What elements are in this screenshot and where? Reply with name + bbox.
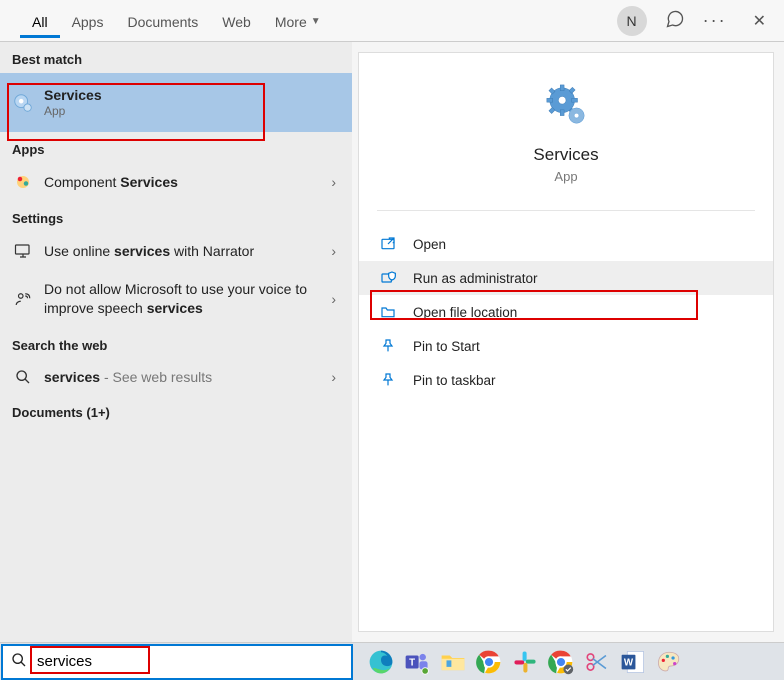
search-input[interactable] bbox=[33, 649, 343, 674]
result-subtitle: App bbox=[44, 104, 340, 118]
scope-tabs: All Apps Documents Web More ▼ N ··· ✕ bbox=[0, 0, 784, 42]
tab-more-label: More bbox=[275, 14, 307, 30]
result-title: Component Services bbox=[44, 174, 327, 190]
result-title: Services bbox=[44, 87, 340, 103]
section-search-web: Search the web bbox=[0, 328, 352, 359]
search-icon bbox=[11, 652, 27, 671]
taskbar: T W bbox=[0, 642, 784, 680]
close-icon[interactable]: ✕ bbox=[745, 7, 774, 35]
result-component-services[interactable]: Component Services › bbox=[0, 163, 352, 201]
search-icon bbox=[12, 369, 34, 385]
more-options-icon[interactable]: ··· bbox=[703, 10, 727, 31]
services-app-icon bbox=[543, 83, 589, 129]
taskbar-tray: T W bbox=[354, 647, 784, 677]
gear-icon bbox=[12, 92, 34, 114]
folder-icon bbox=[379, 304, 397, 320]
results-list: Best match Services App Apps Component S… bbox=[0, 42, 352, 642]
action-pin-taskbar[interactable]: Pin to taskbar bbox=[359, 363, 773, 397]
tab-apps[interactable]: Apps bbox=[60, 4, 116, 38]
chevron-right-icon: › bbox=[327, 174, 340, 190]
tab-web[interactable]: Web bbox=[210, 4, 263, 38]
action-open-location[interactable]: Open file location bbox=[359, 295, 773, 329]
slack-icon[interactable] bbox=[510, 647, 540, 677]
section-apps: Apps bbox=[0, 132, 352, 163]
svg-text:T: T bbox=[409, 657, 415, 668]
action-label: Run as administrator bbox=[413, 271, 538, 286]
monitor-icon bbox=[12, 242, 34, 260]
chevron-right-icon: › bbox=[327, 369, 340, 385]
action-run-admin[interactable]: Run as administrator bbox=[359, 261, 773, 295]
user-avatar[interactable]: N bbox=[617, 6, 647, 36]
section-settings: Settings bbox=[0, 201, 352, 232]
action-label: Open file location bbox=[413, 305, 517, 320]
preview-subtitle: App bbox=[369, 169, 763, 184]
pin-icon bbox=[379, 372, 397, 388]
section-documents: Documents (1+) bbox=[0, 395, 352, 426]
svg-text:W: W bbox=[624, 657, 634, 668]
explorer-icon[interactable] bbox=[438, 647, 468, 677]
result-title: Use online services with Narrator bbox=[44, 243, 327, 259]
tab-all[interactable]: All bbox=[20, 4, 60, 38]
result-services-app[interactable]: Services App bbox=[0, 73, 352, 132]
word-icon[interactable]: W bbox=[618, 647, 648, 677]
paint-icon[interactable] bbox=[654, 647, 684, 677]
chevron-down-icon: ▼ bbox=[311, 16, 321, 27]
feedback-icon[interactable] bbox=[665, 9, 685, 32]
speech-icon bbox=[12, 290, 34, 308]
action-label: Open bbox=[413, 237, 446, 252]
result-title: Do not allow Microsoft to use your voice… bbox=[44, 280, 327, 318]
snip-icon[interactable] bbox=[582, 647, 612, 677]
result-narrator-services[interactable]: Use online services with Narrator › bbox=[0, 232, 352, 270]
result-title: services - See web results bbox=[44, 369, 327, 385]
chrome-icon[interactable] bbox=[474, 647, 504, 677]
component-icon bbox=[12, 173, 34, 191]
edge-icon[interactable] bbox=[366, 647, 396, 677]
action-label: Pin to taskbar bbox=[413, 373, 496, 388]
chevron-right-icon: › bbox=[327, 291, 340, 307]
result-web-services[interactable]: services - See web results › bbox=[0, 359, 352, 395]
preview-panel: Services App Open Run as administrator O… bbox=[358, 52, 774, 632]
result-speech-services[interactable]: Do not allow Microsoft to use your voice… bbox=[0, 270, 352, 328]
pin-icon bbox=[379, 338, 397, 354]
tab-more[interactable]: More ▼ bbox=[263, 4, 333, 38]
section-best-match: Best match bbox=[0, 42, 352, 73]
chevron-right-icon: › bbox=[327, 243, 340, 259]
teams-icon[interactable]: T bbox=[402, 647, 432, 677]
open-icon bbox=[379, 236, 397, 252]
search-box[interactable] bbox=[1, 644, 353, 680]
action-open[interactable]: Open bbox=[359, 227, 773, 261]
chrome-beta-icon[interactable] bbox=[546, 647, 576, 677]
preview-title: Services bbox=[369, 145, 763, 165]
tab-documents[interactable]: Documents bbox=[115, 4, 210, 38]
action-pin-start[interactable]: Pin to Start bbox=[359, 329, 773, 363]
action-label: Pin to Start bbox=[413, 339, 480, 354]
shield-icon bbox=[379, 270, 397, 286]
